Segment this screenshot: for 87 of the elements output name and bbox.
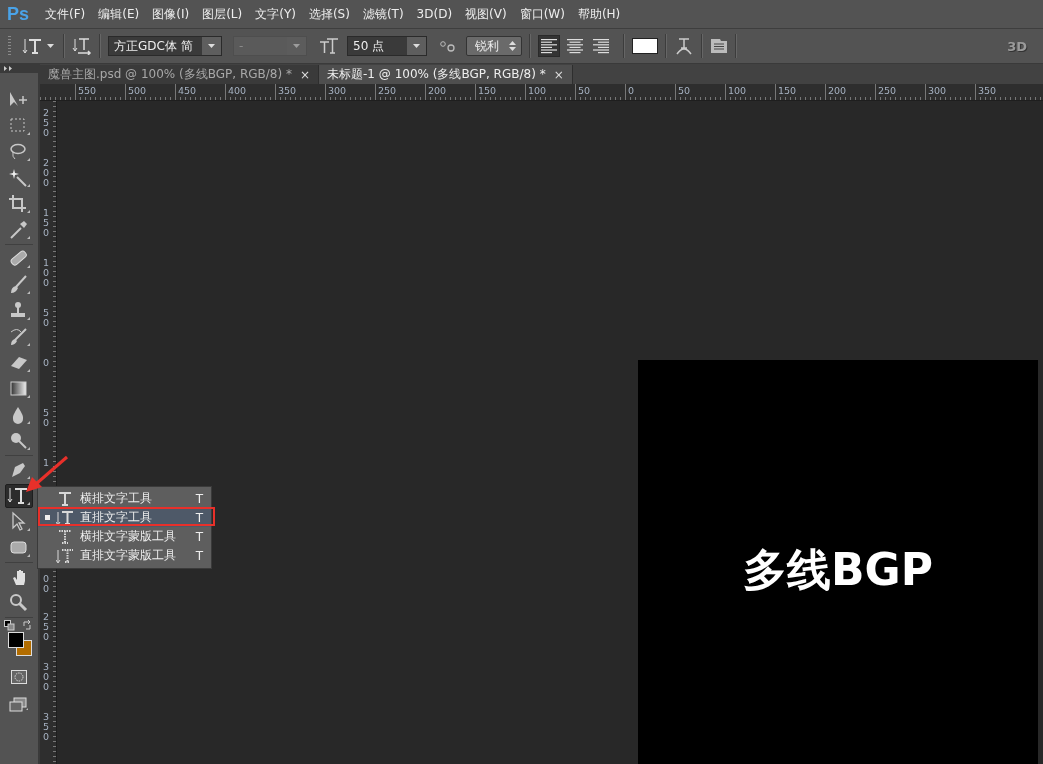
menu-item[interactable]: 选择(S): [302, 2, 356, 26]
ruler-label: 300: [43, 662, 49, 692]
vertical-type-icon: [22, 37, 42, 55]
vertical-type-icon: [7, 485, 31, 507]
hand-icon: [12, 569, 26, 585]
text-color-swatch[interactable]: [632, 38, 658, 54]
ruler-label: 550: [75, 84, 125, 100]
panel-icon[interactable]: [710, 38, 728, 54]
ruler-label: 150: [775, 84, 825, 100]
flyout-menu-item[interactable]: 横排文字工具 T: [38, 489, 211, 508]
color-swatches[interactable]: [8, 632, 32, 656]
ruler-label: 250: [43, 612, 49, 642]
double-chevron-icon[interactable]: [4, 66, 13, 71]
menu-item[interactable]: 滤镜(T): [356, 2, 410, 26]
ruler-label: 50: [43, 308, 49, 328]
tool-button[interactable]: [5, 484, 33, 508]
ruler-label: 0: [43, 358, 49, 368]
up-down-icon: [509, 41, 516, 51]
swap-colors-icon[interactable]: [22, 620, 33, 631]
anti-alias-icon: [439, 39, 456, 53]
ruler-label: 400: [225, 84, 275, 100]
vertical-type-mask-icon: [56, 547, 74, 564]
gradient-icon: [7, 378, 31, 400]
menu-item[interactable]: 编辑(E): [92, 2, 146, 26]
menu-item[interactable]: 文字(Y): [249, 2, 302, 26]
menu-item[interactable]: 文件(F): [39, 2, 92, 26]
canvas-text: 多线BGP: [743, 542, 933, 597]
ruler-label: 200: [425, 84, 475, 100]
ruler-label: 300: [925, 84, 975, 100]
menu-item[interactable]: 视图(V): [459, 2, 513, 26]
text-orientation-icon[interactable]: [72, 37, 92, 55]
align-center-icon: [566, 37, 584, 55]
caret-icon: [293, 44, 300, 48]
flyout-menu-item[interactable]: 直排文字蒙版工具 T: [38, 546, 211, 565]
quick-mask-icon[interactable]: [11, 670, 27, 684]
font-size-dropdown[interactable]: 50 点: [347, 36, 427, 56]
menu-item[interactable]: 帮助(H): [571, 2, 627, 26]
align-left-icon: [540, 37, 558, 55]
ruler-label: 500: [125, 84, 175, 100]
default-colors-icon[interactable]: [4, 620, 15, 631]
document-tab[interactable]: 魔兽主图.psd @ 100% (多线BGP, RGB/8) * ×: [40, 65, 320, 84]
ruler-label: 0: [625, 84, 675, 100]
ruler-label: 350: [275, 84, 325, 100]
menu-item[interactable]: 图层(L): [196, 2, 249, 26]
type-icon: [57, 490, 73, 507]
ruler-label: 100: [43, 258, 49, 288]
menu-item[interactable]: 图像(I): [146, 2, 196, 26]
vertical-type-icon: [56, 509, 74, 526]
app-logo: Ps: [7, 3, 30, 25]
caret-icon: [47, 44, 54, 48]
marquee-icon: [7, 115, 31, 137]
ruler-label: 350: [975, 84, 1025, 100]
align-button[interactable]: [538, 35, 560, 57]
warp-text-icon[interactable]: [674, 36, 694, 56]
font-family-dropdown[interactable]: 方正GDC体 简: [108, 36, 222, 56]
crop-icon: [7, 193, 31, 215]
screen-mode-icon[interactable]: [9, 697, 29, 713]
menu-item[interactable]: 3D(D): [410, 4, 459, 24]
ruler-label: 1: [43, 458, 49, 468]
ruler-label: 250: [375, 84, 425, 100]
caret-icon: [208, 44, 215, 48]
ruler-label: 250: [875, 84, 925, 100]
ruler-label: 50: [675, 84, 725, 100]
caret-icon: [413, 44, 420, 48]
menu-item[interactable]: 窗口(W): [513, 2, 571, 26]
document-tab[interactable]: 未标题-1 @ 100% (多线BGP, RGB/8) * ×: [319, 65, 573, 84]
align-right-icon: [592, 37, 610, 55]
ruler-label: 00: [43, 574, 49, 594]
ruler-label: 50: [43, 408, 49, 428]
ruler-label: 100: [725, 84, 775, 100]
ruler-label: 300: [325, 84, 375, 100]
ruler-label: 250: [43, 108, 49, 138]
lasso-icon: [7, 141, 31, 163]
ruler-label: 350: [43, 712, 49, 742]
ruler-label: 50: [575, 84, 625, 100]
ruler-label: 200: [825, 84, 875, 100]
ruler-label: 100: [525, 84, 575, 100]
type-mask-icon: [57, 528, 73, 545]
ruler-label: 200: [43, 158, 49, 188]
ruler-label: 150: [475, 84, 525, 100]
anti-alias-dropdown[interactable]: 锐利: [466, 36, 522, 56]
ruler-label: 150: [43, 208, 49, 238]
font-size-icon: [319, 37, 339, 55]
ruler-label: 450: [175, 84, 225, 100]
flyout-menu-item[interactable]: 横排文字蒙版工具 T: [38, 527, 211, 546]
close-tab-button[interactable]: ×: [299, 67, 311, 82]
close-tab-button[interactable]: ×: [553, 67, 564, 82]
